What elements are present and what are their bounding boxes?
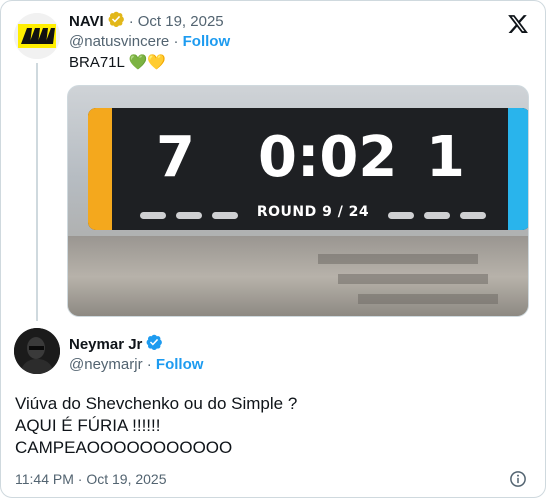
round-pip	[460, 212, 486, 219]
tweet-timestamp[interactable]: 11:44 PM · Oct 19, 2025	[15, 471, 167, 487]
gold-verified-badge-icon	[107, 10, 125, 32]
left-round-pips	[140, 212, 238, 219]
info-icon[interactable]	[509, 470, 527, 488]
reply-tweet-header: Neymar Jr	[69, 334, 163, 354]
team-right-color-bar	[508, 108, 528, 230]
tweet-date[interactable]: Oct 19, 2025	[138, 13, 224, 30]
round-label: ROUND 9 / 24	[256, 204, 370, 220]
reply-handle-row: @neymarjr · Follow	[69, 356, 203, 373]
tweet-text-line: CAMPEAOOOOOOOOOOO	[15, 438, 233, 457]
neymar-avatar[interactable]	[14, 328, 60, 374]
author-handle[interactable]: @natusvincere	[69, 33, 169, 50]
round-pip	[388, 212, 414, 219]
separator-dot: ·	[146, 356, 156, 373]
author-handle[interactable]: @neymarjr	[69, 356, 143, 373]
parent-tweet-text: BRA71L 💚💛	[69, 54, 166, 71]
round-pip	[212, 212, 238, 219]
follow-button[interactable]: Follow	[156, 356, 204, 373]
blue-verified-badge-icon	[145, 333, 163, 355]
stair-shape	[318, 254, 478, 264]
stair-shape	[358, 294, 498, 304]
tweet-text-line: Viúva do Shevchenko ou do Simple ?	[15, 394, 298, 413]
round-pip	[176, 212, 202, 219]
embedded-tweet-card: NAVI · Oct 19, 2025 @natusvincere · Foll…	[0, 0, 546, 498]
score-right: 1	[426, 125, 465, 190]
round-pip	[140, 212, 166, 219]
thread-connector-line	[36, 63, 38, 321]
navi-avatar[interactable]	[14, 13, 60, 59]
separator-dot: ·	[128, 12, 134, 30]
reply-tweet-text: Viúva do Shevchenko ou do Simple ? AQUI …	[15, 393, 297, 459]
stair-shape	[338, 274, 488, 284]
parent-tweet-header: NAVI · Oct 19, 2025	[69, 11, 224, 31]
author-name[interactable]: NAVI	[69, 13, 104, 30]
parent-handle-row: @natusvincere · Follow	[69, 33, 230, 50]
team-left-color-bar	[88, 108, 112, 230]
score-left: 7	[156, 125, 195, 190]
x-logo-icon[interactable]	[507, 13, 529, 35]
right-round-pips	[388, 212, 486, 219]
tweet-text-line: AQUI É FÚRIA !!!!!!	[15, 416, 161, 435]
round-pip	[424, 212, 450, 219]
separator-dot: ·	[173, 33, 183, 50]
author-name[interactable]: Neymar Jr	[69, 336, 142, 353]
round-clock: 0:02	[258, 125, 398, 190]
scoreboard: 7 0:02 1 ROUND 9 / 24	[88, 108, 528, 230]
follow-button[interactable]: Follow	[183, 33, 231, 50]
tweet-media-image[interactable]: 7 0:02 1 ROUND 9 / 24	[67, 85, 529, 317]
